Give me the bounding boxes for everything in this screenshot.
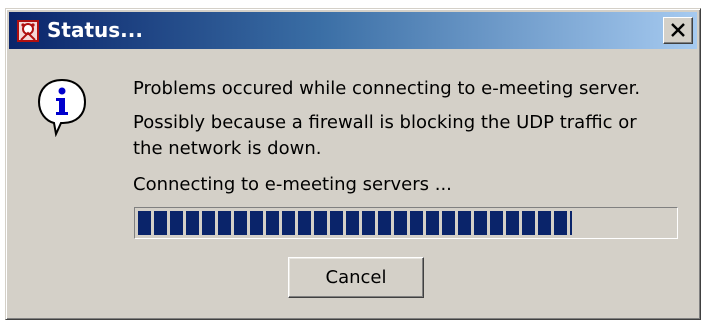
message-line-1: Problems occured while connecting to e-m… [133,78,641,99]
cancel-button[interactable]: Cancel [288,257,424,298]
status-text: Connecting to e-meeting servers ... [133,174,452,195]
message-line-2: Possibly because a firewall is blocking … [133,112,637,133]
connection-status-icon [15,18,41,44]
info-icon [36,77,88,138]
progress-bar [134,207,678,239]
status-dialog: Status... Problems occured while connect… [5,8,701,320]
message-line-3: the network is down. [133,138,322,159]
title-bar[interactable]: Status... [9,12,697,49]
close-button[interactable] [663,17,693,44]
progress-fill [138,211,573,235]
progress-track [138,211,674,235]
dialog-title: Status... [47,18,143,42]
